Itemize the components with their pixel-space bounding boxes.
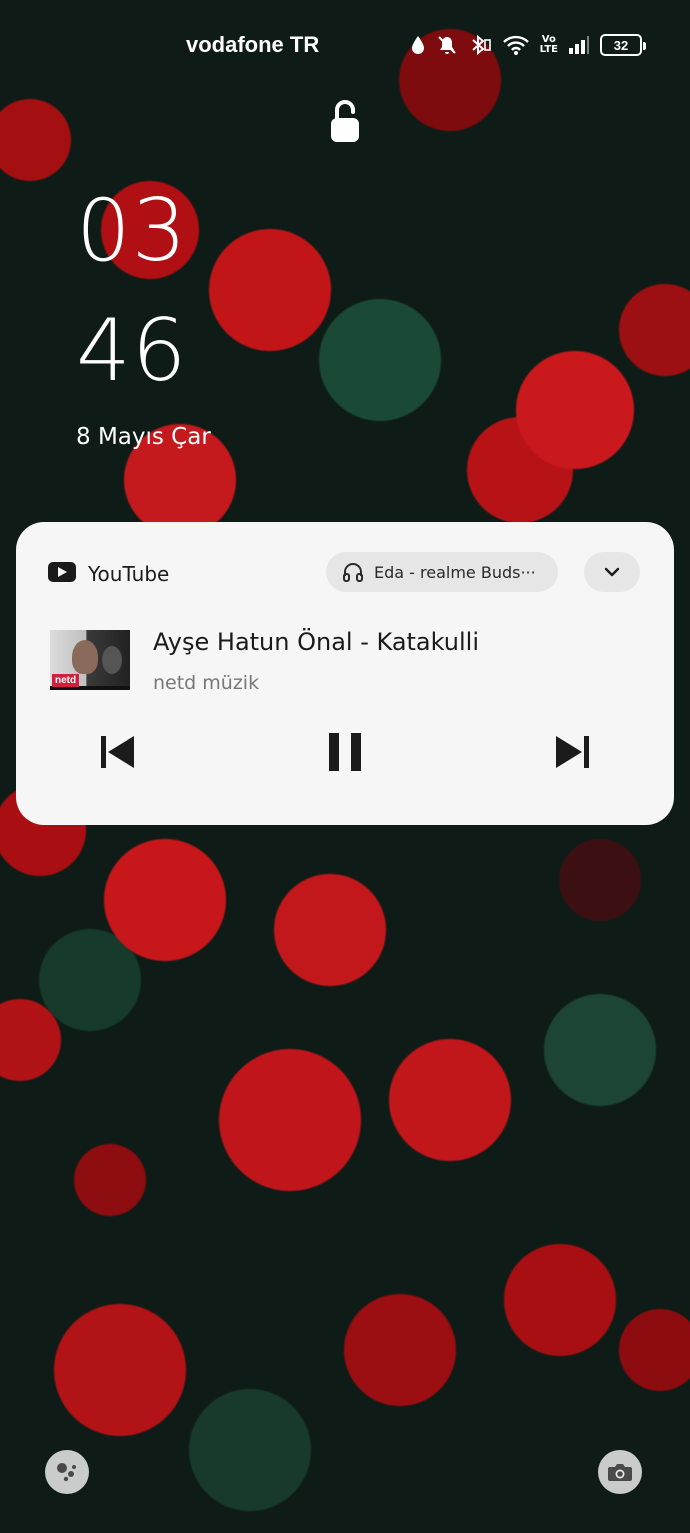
headphones-icon	[343, 563, 363, 582]
status-icons: Vo LTE 32	[410, 34, 646, 56]
clock-hour: 03	[76, 181, 188, 281]
camera-icon	[608, 1464, 632, 1481]
skip-next-icon	[556, 736, 589, 768]
volte-icon: Vo LTE	[540, 35, 558, 55]
chevron-down-icon	[604, 567, 620, 577]
assistant-icon	[57, 1463, 76, 1482]
app-name: YouTube	[88, 562, 170, 586]
youtube-icon	[48, 562, 76, 582]
audio-output-chip[interactable]: Eda - realme Buds···	[326, 552, 558, 592]
clock-minute: 46	[76, 301, 188, 401]
volte-bottom-label: LTE	[539, 44, 558, 55]
battery-icon: 32	[600, 34, 646, 56]
bluetooth-icon	[468, 34, 492, 56]
carrier-name: vodafone TR	[186, 32, 320, 57]
assistant-shortcut-button[interactable]	[45, 1450, 89, 1494]
camera-shortcut-button[interactable]	[598, 1450, 642, 1494]
output-device-label: Eda - realme Buds···	[374, 562, 536, 582]
data-saver-icon	[410, 35, 426, 55]
track-title: Ayşe Hatun Önal - Katakulli	[153, 628, 480, 656]
skip-previous-icon	[101, 736, 134, 768]
track-artist: netd müzik	[153, 672, 260, 694]
album-logo: netd	[52, 674, 80, 687]
signal-icon	[568, 35, 590, 55]
status-bar: vodafone TR Vo LTE 32	[0, 0, 690, 92]
album-art: netd	[50, 630, 130, 690]
expand-button[interactable]	[584, 552, 640, 592]
media-notification[interactable]: YouTube Eda - realme Buds··· netd Ayşe H…	[16, 522, 674, 825]
media-notification-header: YouTube Eda - realme Buds···	[48, 552, 642, 592]
pause-icon	[329, 733, 361, 771]
pause-button[interactable]	[320, 727, 370, 777]
date-label: 8 Mayıs Çar	[76, 424, 211, 450]
next-button[interactable]	[548, 727, 598, 777]
media-controls	[16, 727, 674, 777]
unlock-icon[interactable]	[328, 98, 362, 144]
wifi-icon	[502, 34, 530, 56]
notifications-muted-icon	[436, 34, 458, 56]
previous-button[interactable]	[92, 727, 142, 777]
